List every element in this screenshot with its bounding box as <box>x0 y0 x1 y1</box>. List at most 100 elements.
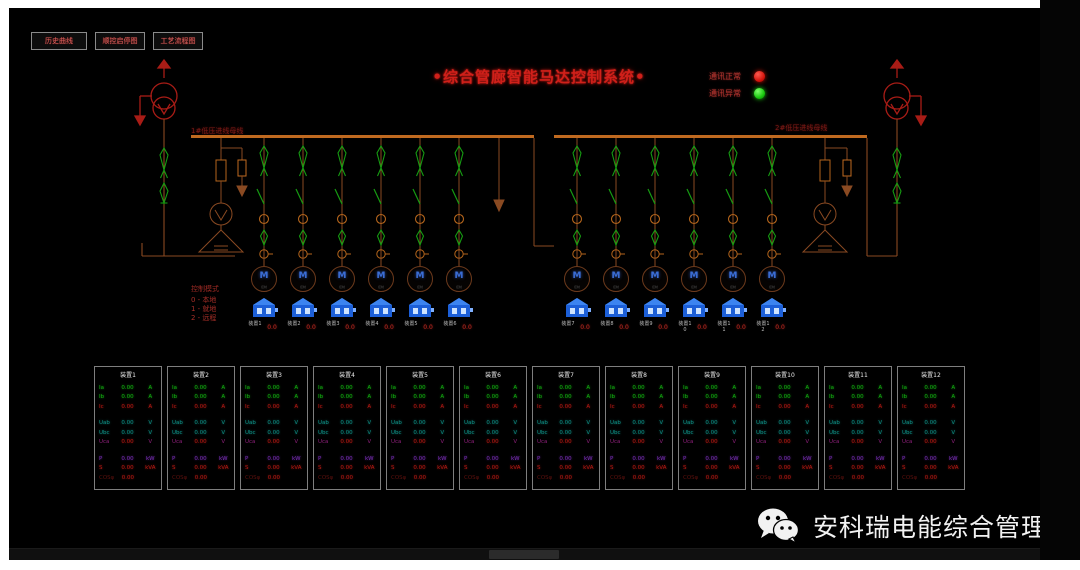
measure-value: 0.00 <box>851 439 864 446</box>
device-icon[interactable] <box>757 296 787 320</box>
panel-title: 装置10 <box>775 372 795 379</box>
panel-row: Ia 0.00 A <box>316 383 378 393</box>
measure-value: 0.00 <box>778 465 791 472</box>
device-icon[interactable] <box>366 296 396 320</box>
panel-row-gap <box>389 412 451 419</box>
measure-unit: kW <box>218 455 228 462</box>
motor-value-11: 0.0 <box>736 324 746 331</box>
scrollbar-thumb[interactable] <box>489 550 559 559</box>
measure-value: 0.00 <box>705 455 718 462</box>
panel-row: Ia 0.00 A <box>97 383 159 393</box>
measurement-panel-12[interactable]: 装置12 Ia 0.00 A Ib 0.00 A Ic 0.00 A Uab 0.00 V Ubc 0.00… <box>897 366 965 490</box>
measure-key: Ubc <box>245 429 256 436</box>
horizontal-scrollbar[interactable] <box>9 548 1040 560</box>
measurement-panel-6[interactable]: 装置6 Ia 0.00 A Ib 0.00 A Ic 0.00 A Uab 0.00 V Ubc 0.00 V… <box>459 366 527 490</box>
measure-value: 0.00 <box>121 455 134 462</box>
panel-row: Ia 0.00 A <box>608 383 670 393</box>
device-icon[interactable] <box>562 296 592 320</box>
device-icon[interactable] <box>288 296 318 320</box>
device-icon[interactable] <box>405 296 435 320</box>
measure-unit: A <box>878 394 883 401</box>
measure-key: Uab <box>537 420 548 427</box>
measure-key: Ib <box>318 394 324 401</box>
measurement-panel-3[interactable]: 装置3 Ia 0.00 A Ib 0.00 A Ic 0.00 A Uab 0.00 V Ubc 0.00 V… <box>240 366 308 490</box>
panel-row: Ubc 0.00 V <box>462 428 524 438</box>
panel-row-gap <box>608 447 670 454</box>
measure-key: P <box>99 455 103 462</box>
device-icon[interactable] <box>444 296 474 320</box>
measure-unit: A <box>221 384 226 391</box>
measure-value: 0.00 <box>121 394 134 401</box>
measure-unit: A <box>805 394 810 401</box>
motor-symbol-icon: M 控制 <box>290 266 316 292</box>
measure-key: Ubc <box>318 429 329 436</box>
measurement-panel-1[interactable]: 装置1 Ia 0.00 A Ib 0.00 A Ic 0.00 A Uab 0.00 V Ubc 0.00 V… <box>94 366 162 490</box>
panel-row: P 0.00 kW <box>754 454 816 464</box>
measure-key: Ic <box>756 403 761 410</box>
measurement-panel-10[interactable]: 装置10 Ia 0.00 A Ib 0.00 A Ic 0.00 A Uab 0.00 V Ubc 0.00… <box>751 366 819 490</box>
measure-key: COSφ <box>756 474 772 481</box>
panel-rows: Ia 0.00 A Ib 0.00 A Ic 0.00 A Uab 0.00 V Ubc 0.00 V Uca… <box>608 383 670 483</box>
device-icon[interactable] <box>601 296 631 320</box>
measure-key: Uca <box>464 439 475 446</box>
measure-unit: A <box>294 394 299 401</box>
measurement-panel-2[interactable]: 装置2 Ia 0.00 A Ib 0.00 A Ic 0.00 A Uab 0.00 V Ubc 0.00 V… <box>167 366 235 490</box>
device-icon[interactable] <box>718 296 748 320</box>
panel-row: S 0.00 kVA <box>754 464 816 474</box>
measure-key: Ib <box>99 394 105 401</box>
sequence-control-button[interactable]: 顺控启停图 <box>95 32 145 50</box>
measure-value: 0.00 <box>924 394 937 401</box>
history-curve-button[interactable]: 历史曲线 <box>31 32 87 50</box>
motor-sub-label: 控制 <box>260 285 267 289</box>
measure-key: Ia <box>829 384 834 391</box>
measure-unit: V <box>513 439 518 446</box>
measure-value: 0.00 <box>632 439 645 446</box>
measure-unit: V <box>732 439 737 446</box>
motor-letter: M <box>728 271 738 281</box>
motor-letter: M <box>415 271 425 281</box>
measure-value: 0.00 <box>778 429 791 436</box>
measurement-panel-7[interactable]: 装置7 Ia 0.00 A Ib 0.00 A Ic 0.00 A Uab 0.00 V Ubc 0.00 V… <box>532 366 600 490</box>
measure-key: Uca <box>683 439 694 446</box>
measure-key: Ia <box>391 384 396 391</box>
measure-key: Ib <box>172 394 178 401</box>
measure-value: 0.00 <box>705 420 718 427</box>
device-icon[interactable] <box>327 296 357 320</box>
watermark: 安科瑞电能综合管理 <box>757 508 1040 544</box>
panel-row: S 0.00 kVA <box>170 464 232 474</box>
measure-value: 0.00 <box>851 455 864 462</box>
measure-value: 0.00 <box>413 429 426 436</box>
device-icon[interactable] <box>640 296 670 320</box>
panel-row: Ib 0.00 A <box>535 393 597 403</box>
measure-key: Uca <box>99 439 110 446</box>
panel-row-gap <box>827 447 889 454</box>
panel-row: S 0.00 kVA <box>316 464 378 474</box>
measure-value: 0.00 <box>559 439 572 446</box>
measure-unit: A <box>513 394 518 401</box>
measure-key: Uab <box>318 420 329 427</box>
measurement-panel-8[interactable]: 装置8 Ia 0.00 A Ib 0.00 A Ic 0.00 A Uab 0.00 V Ubc 0.00 V… <box>605 366 673 490</box>
device-icon[interactable] <box>249 296 279 320</box>
measurement-panel-9[interactable]: 装置9 Ia 0.00 A Ib 0.00 A Ic 0.00 A Uab 0.00 V Ubc 0.00 V… <box>678 366 746 490</box>
panel-row: Ic 0.00 A <box>900 402 962 412</box>
process-flow-button[interactable]: 工艺流程图 <box>153 32 203 50</box>
measure-value: 0.00 <box>632 429 645 436</box>
panel-row: COSφ 0.00 <box>462 473 524 483</box>
panel-row: Ubc 0.00 V <box>170 428 232 438</box>
measure-value: 0.00 <box>413 474 426 481</box>
measurement-panel-5[interactable]: 装置5 Ia 0.00 A Ib 0.00 A Ic 0.00 A Uab 0.00 V Ubc 0.00 V… <box>386 366 454 490</box>
motor-symbol-icon: M 控制 <box>251 266 277 292</box>
measure-key: COSφ <box>683 474 699 481</box>
panel-row: Ubc 0.00 V <box>827 428 889 438</box>
panel-row: Ubc 0.00 V <box>900 428 962 438</box>
measure-value: 0.00 <box>486 429 499 436</box>
motor-letter: M <box>650 271 660 281</box>
device-icon[interactable] <box>679 296 709 320</box>
measure-value: 0.00 <box>340 439 353 446</box>
measure-key: P <box>391 455 395 462</box>
measurement-panel-4[interactable]: 装置4 Ia 0.00 A Ib 0.00 A Ic 0.00 A Uab 0.00 V Ubc 0.00 V… <box>313 366 381 490</box>
measure-unit: V <box>513 420 518 427</box>
panel-row-gap <box>243 412 305 419</box>
measurement-panel-11[interactable]: 装置11 Ia 0.00 A Ib 0.00 A Ic 0.00 A Uab 0.00 V Ubc 0.00… <box>824 366 892 490</box>
measure-value: 0.00 <box>705 429 718 436</box>
